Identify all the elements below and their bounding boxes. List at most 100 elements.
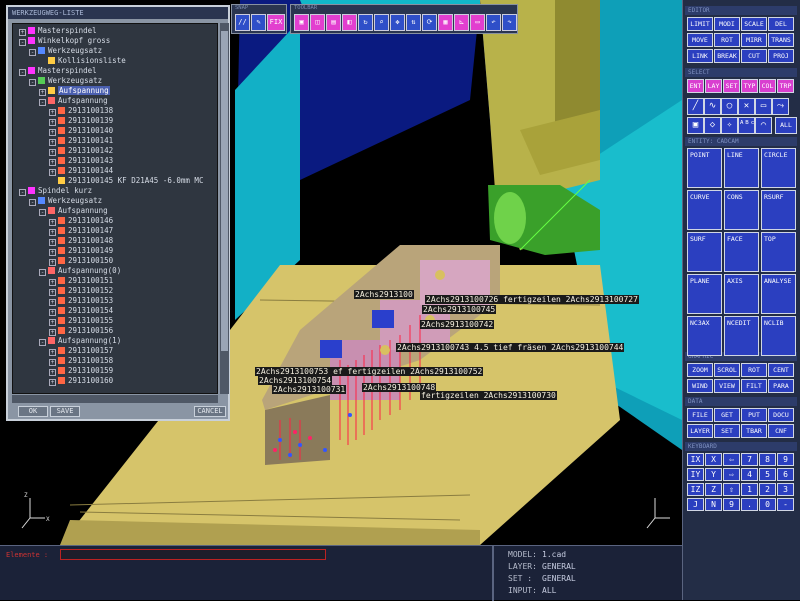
tree-item[interactable]: +2913100139 [49,116,113,126]
expand-toggle-icon[interactable]: + [49,239,56,246]
tree-item[interactable]: + Aufspannung [39,86,110,96]
tree-item[interactable]: +2913100155 [49,316,113,326]
key--button[interactable]: ⇦ [723,453,740,466]
data-file-button[interactable]: FILE [687,408,713,422]
entity-analyse-button[interactable]: ANALYSE [761,274,796,314]
expand-toggle-icon[interactable]: - [29,79,36,86]
tree-item[interactable]: - Werkzeugsatz [29,46,102,56]
key--button[interactable]: - [777,498,794,511]
editor-limit-button[interactable]: LIMIT [687,17,713,31]
view-side-button[interactable]: ◧ [342,14,357,31]
toolpath-tree[interactable]: + Masterspindel - Winkelkopf gross - Werkzeug… [12,23,218,394]
tree-item[interactable]: - Werkzeugsatz [29,196,102,206]
expand-toggle-icon[interactable]: - [39,99,46,106]
entity-top-button[interactable]: TOP [761,232,796,272]
select-line-icon[interactable]: ╱ [687,98,704,115]
editor-cut-button[interactable]: CUT [741,49,767,63]
expand-toggle-icon[interactable]: + [49,309,56,316]
rotate-view-button[interactable]: ↻ [358,14,373,31]
refresh-button[interactable]: ⟳ [422,14,437,31]
shaded-view-button[interactable]: ▭ [470,14,485,31]
select-set-button[interactable]: SET [723,79,740,93]
tree-item[interactable]: - Aufspannung(1) [39,336,121,346]
expand-toggle-icon[interactable]: - [19,189,26,196]
entity-circle-button[interactable]: CIRCLE [761,148,796,188]
tree-horizontal-scrollbar[interactable] [12,395,218,403]
editor-link-button[interactable]: LINK [687,49,713,63]
select-surface-icon[interactable]: ▣ [687,117,704,134]
entity-nc3ax-button[interactable]: NC3AX [687,316,722,356]
key-8-button[interactable]: 8 [759,453,776,466]
select-text-icon[interactable]: ᴬᴮᶜ [738,117,755,134]
expand-toggle-icon[interactable]: - [39,209,46,216]
data-layer-button[interactable]: LAYER [687,424,713,438]
expand-toggle-icon[interactable]: + [49,379,56,386]
toolpath-list-window[interactable]: WERKZEUGWEG-LISTE + Masterspindel - Winkelk… [6,5,230,421]
expand-toggle-icon[interactable]: + [49,219,56,226]
entity-ncedit-button[interactable]: NCEDIT [724,316,759,356]
scrollbar-thumb[interactable] [221,31,228,351]
key--button[interactable]: . [741,498,758,511]
view-iso-button[interactable]: ◫ [310,14,325,31]
tree-item[interactable]: - Aufspannung(0) [39,266,121,276]
expand-toggle-icon[interactable]: + [19,29,26,36]
tree-item[interactable]: +2913100158 [49,356,113,366]
key-1-button[interactable]: 1 [741,483,758,496]
expand-toggle-icon[interactable]: + [49,119,56,126]
tree-item[interactable]: - Aufspannung [39,96,108,106]
entity-point-button[interactable]: POINT [687,148,722,188]
select-trp-button[interactable]: TRP [777,79,794,93]
cancel-button[interactable]: CANCEL [194,406,226,417]
tree-item[interactable]: +2913100144 [49,166,113,176]
tree-item[interactable]: 2913100145 KF D21A45 -6.0mm MC [49,176,203,186]
tree-item[interactable]: +2913100138 [49,106,113,116]
data-put-button[interactable]: PUT [741,408,767,422]
key-2-button[interactable]: 2 [759,483,776,496]
select-all-button[interactable]: ALL [775,117,797,134]
entity-nclib-button[interactable]: NCLIB [761,316,796,356]
select-typ-button[interactable]: TYP [741,79,758,93]
data-tbar-button[interactable]: TBAR [741,424,767,438]
expand-toggle-icon[interactable]: - [19,69,26,76]
editor-move-button[interactable]: MOVE [687,33,713,47]
editor-rot-button[interactable]: ROT [714,33,740,47]
expand-toggle-icon[interactable]: - [29,199,36,206]
grid-button[interactable]: ▦ [438,14,453,31]
expand-toggle-icon[interactable]: + [49,229,56,236]
key-y-button[interactable]: Y [705,468,722,481]
tree-item[interactable]: - Werkzeugsatz [29,76,102,86]
expand-toggle-icon[interactable]: + [49,169,56,176]
entity-line-button[interactable]: LINE [724,148,759,188]
expand-toggle-icon[interactable]: + [49,139,56,146]
select-spline-icon[interactable]: ⤳ [772,98,789,115]
expand-toggle-icon[interactable]: + [49,279,56,286]
key-0-button[interactable]: 0 [759,498,776,511]
select-curve-icon[interactable]: ∿ [704,98,721,115]
graphic-scrol-button[interactable]: SCROL [714,363,740,377]
entity-face-button[interactable]: FACE [724,232,759,272]
entity-cons-button[interactable]: CONS [724,190,759,230]
expand-toggle-icon[interactable]: + [49,319,56,326]
expand-toggle-icon[interactable]: + [49,149,56,156]
expand-toggle-icon[interactable]: - [39,269,46,276]
graphic-rot-button[interactable]: ROT [741,363,767,377]
expand-toggle-icon[interactable]: + [49,109,56,116]
select-rect-icon[interactable]: ▭ [755,98,772,115]
data-cnf-button[interactable]: CNF [768,424,794,438]
key-z-button[interactable]: Z [705,483,722,496]
key-n-button[interactable]: N [705,498,722,511]
expand-toggle-icon[interactable]: - [19,39,26,46]
undo-button[interactable]: ↶ [486,14,501,31]
tree-item[interactable]: +2913100141 [49,136,113,146]
select-lay-button[interactable]: LAY [705,79,722,93]
editor-trans-button[interactable]: TRANS [768,33,794,47]
select-circle-icon[interactable]: ◯ [721,98,738,115]
editor-break-button[interactable]: BREAK [714,49,740,63]
key-9-button[interactable]: 9 [723,498,740,511]
expand-toggle-icon[interactable]: + [49,249,56,256]
key-ix-button[interactable]: IX [687,453,704,466]
expand-toggle-icon[interactable]: + [49,259,56,266]
fix-button[interactable]: FIX [267,14,285,31]
entity-axis-button[interactable]: AXIS [724,274,759,314]
tree-item[interactable]: +2913100148 [49,236,113,246]
